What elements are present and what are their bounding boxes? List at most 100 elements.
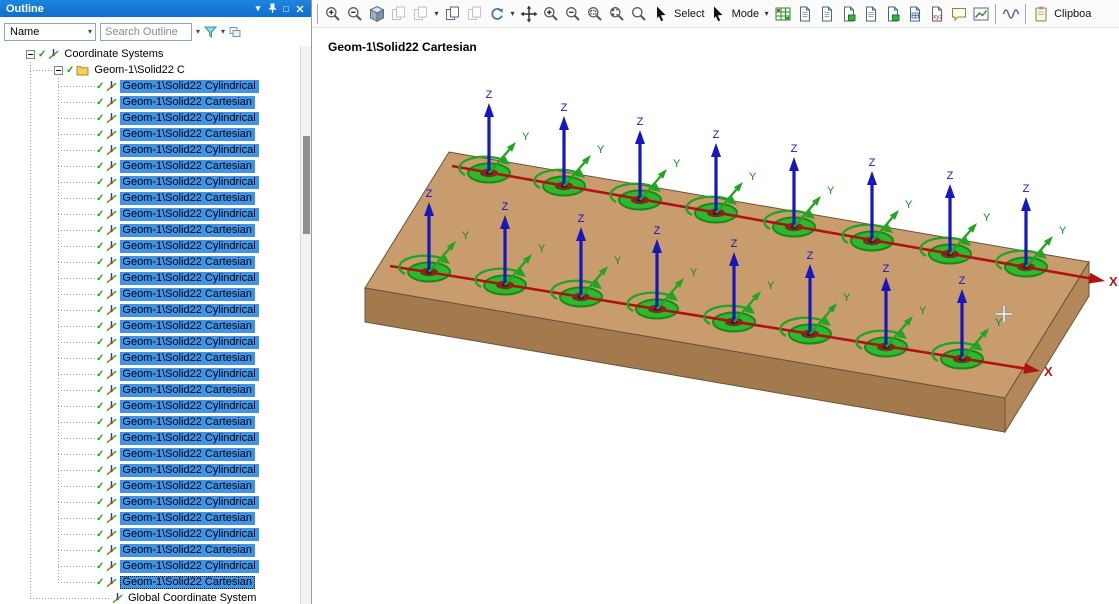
maximize-icon[interactable]: □ [279,2,293,15]
tree-row-coordinate-system[interactable]: ✓Geom-1\Solid22 Cartesian [0,158,300,174]
svg-text:Z: Z [654,225,661,237]
comment-icon[interactable] [948,3,969,25]
viewport-3d[interactable]: Geom-1\Solid22 Cartesian XXZYZYZYZYZYZYZ… [313,28,1119,604]
refresh-view-icon[interactable] [486,3,507,25]
zoom-to-fit-icon[interactable] [606,3,627,25]
export-page-icon[interactable] [838,3,859,25]
wave-icon[interactable] [1000,3,1021,25]
tree-row-coordinate-system[interactable]: ✓Geom-1\Solid22 Cylindrical [0,142,300,158]
tree-row-coordinate-system[interactable]: ✓Geom-1\Solid22 Cylindrical [0,270,300,286]
zoom-in-icon[interactable] [322,3,343,25]
expander-icon[interactable] [26,50,35,59]
tree-row-coordinate-system[interactable]: ✓Geom-1\Solid22 Cartesian [0,350,300,366]
mode-cursor-icon[interactable] [708,3,729,25]
filter-dropdown-icon[interactable]: ▾ [221,27,225,36]
check-icon: ✓ [96,497,104,508]
tree-scrollbar[interactable] [300,46,311,604]
tree-row-coordinate-system[interactable]: ✓Geom-1\Solid22 Cartesian [0,574,300,590]
graphics-toolbar: ▾▾SelectMode▾xyzClipboa [313,0,1119,28]
search-dropdown-icon[interactable]: ▾ [196,27,200,36]
svg-text:Z: Z [791,143,798,155]
view-history-dropdown[interactable]: ▾ [432,9,441,18]
close-icon[interactable] [293,2,307,15]
magnifier-icon[interactable] [628,3,649,25]
fe-selection-grid-icon[interactable] [772,3,793,25]
box-zoom-icon[interactable] [584,3,605,25]
page-green-icon[interactable] [882,3,903,25]
tree-row-coordinate-system[interactable]: ✓Geom-1\Solid22 Cylindrical [0,78,300,94]
tree-row-coordinate-system[interactable]: ✓Geom-1\Solid22 Cartesian [0,286,300,302]
duplicate-page-icon[interactable] [816,3,837,25]
tree-row-coordinate-system[interactable]: ✓Geom-1\Solid22 Cartesian [0,510,300,526]
tree-row-coordinate-system[interactable]: ✓Geom-1\Solid22 Cylindrical [0,462,300,478]
tree-item-label: Geom-1\Solid22 Cartesian [120,128,255,141]
select-label[interactable]: Select [672,8,707,20]
tree-row-coordinate-system[interactable]: ✓Geom-1\Solid22 Cartesian [0,222,300,238]
tree-scrollbar-thumb[interactable] [303,136,310,234]
pin-icon[interactable] [265,2,279,15]
check-icon: ✓ [96,161,104,172]
figure-image-icon[interactable] [970,3,991,25]
tree-row-coordinate-system[interactable]: ✓Geom-1\Solid22 Cartesian [0,382,300,398]
tree-row-coordinate-system[interactable]: ✓Geom-1\Solid22 Cylindrical [0,110,300,126]
iso-view-icon[interactable] [366,3,387,25]
refresh-dropdown[interactable]: ▾ [508,9,517,18]
select-cursor-icon[interactable] [650,3,671,25]
mode-dropdown[interactable]: ▾ [762,9,771,18]
tree-row-global-coordinate-system[interactable]: Global Coordinate System [0,590,300,604]
filter-funnel-icon[interactable] [204,23,217,41]
check-icon: ✓ [96,369,104,380]
tree-row-coordinate-system[interactable]: ✓Geom-1\Solid22 Cartesian [0,254,300,270]
tree-row-coordinate-system[interactable]: ✓Geom-1\Solid22 Cylindrical [0,494,300,510]
zoom-out-icon[interactable] [344,3,365,25]
pan-icon[interactable] [518,3,539,25]
tree-row-solid22-folder[interactable]: ✓Geom-1\Solid22 C [0,62,300,78]
svg-text:Z: Z [947,170,954,182]
outline-tree[interactable]: ✓Coordinate Systems✓Geom-1\Solid22 C✓Geo… [0,46,300,604]
name-filter-dropdown[interactable]: Name ▾ [4,23,96,41]
check-icon: ✓ [96,145,104,156]
tree-row-coordinate-system[interactable]: ✓Geom-1\Solid22 Cylindrical [0,206,300,222]
outline-titlebar[interactable]: Outline ▾ □ [0,0,311,17]
tree-row-coordinate-system[interactable]: ✓Geom-1\Solid22 Cylindrical [0,398,300,414]
copy-page-icon[interactable] [794,3,815,25]
coordinate-system-icon [106,224,117,236]
xyz-coordinates-icon[interactable]: xyz [926,3,947,25]
tree-item-label: Geom-1\Solid22 Cylindrical [120,272,258,285]
tree-row-coordinate-system[interactable]: ✓Geom-1\Solid22 Cylindrical [0,334,300,350]
zoom-out-2-icon[interactable] [562,3,583,25]
tree-row-coordinate-system[interactable]: ✓Geom-1\Solid22 Cylindrical [0,526,300,542]
toolbar-separator-3 [1025,4,1026,24]
clipboard-icon[interactable] [1030,3,1051,25]
tree-row-coordinate-system[interactable]: ✓Geom-1\Solid22 Cartesian [0,414,300,430]
expand-collapse-icon[interactable] [229,23,241,41]
tree-row-coordinate-systems[interactable]: ✓Coordinate Systems [0,46,300,62]
clipboard-label[interactable]: Clipboa [1052,8,1093,20]
zoom-in-2-icon[interactable] [540,3,561,25]
tree-row-coordinate-system[interactable]: ✓Geom-1\Solid22 Cartesian [0,190,300,206]
page-table-icon[interactable] [904,3,925,25]
tree-row-coordinate-system[interactable]: ✓Geom-1\Solid22 Cylindrical [0,174,300,190]
tree-row-coordinate-system[interactable]: ✓Geom-1\Solid22 Cartesian [0,542,300,558]
tree-row-coordinate-system[interactable]: ✓Geom-1\Solid22 Cylindrical [0,238,300,254]
page-variant-icon[interactable] [860,3,881,25]
mode-label[interactable]: Mode [730,8,762,20]
tree-row-coordinate-system[interactable]: ✓Geom-1\Solid22 Cylindrical [0,558,300,574]
tree-row-coordinate-system[interactable]: ✓ Geom-1\Solid22 Cartesian [0,126,300,142]
check-icon: ✓ [96,129,104,140]
tree-item-label: Geom-1\Solid22 Cylindrical [120,528,258,541]
tree-row-coordinate-system[interactable]: ✓Geom-1\Solid22 Cartesian [0,446,300,462]
tree-row-coordinate-system[interactable]: ✓Geom-1\Solid22 Cylindrical [0,430,300,446]
svg-text:Z: Z [869,157,876,169]
tree-row-coordinate-system[interactable]: ✓Geom-1\Solid22 Cylindrical [0,366,300,382]
chevron-down-icon[interactable]: ▾ [251,2,265,15]
tree-row-coordinate-system[interactable]: ✓Geom-1\Solid22 Cartesian [0,94,300,110]
tree-row-coordinate-system[interactable]: ✓Geom-1\Solid22 Cartesian [0,478,300,494]
svg-text:Y: Y [538,243,546,255]
search-outline-input[interactable] [100,23,192,41]
copy-view-icon[interactable] [442,3,463,25]
expander-icon[interactable] [54,66,63,75]
tree-row-coordinate-system[interactable]: ✓Geom-1\Solid22 Cartesian [0,318,300,334]
tree-row-coordinate-system[interactable]: ✓Geom-1\Solid22 Cylindrical [0,302,300,318]
viewport-3d-scene[interactable]: XXZYZYZYZYZYZYZYZYZYZYZYZYZYZYZYZY [313,28,1119,604]
